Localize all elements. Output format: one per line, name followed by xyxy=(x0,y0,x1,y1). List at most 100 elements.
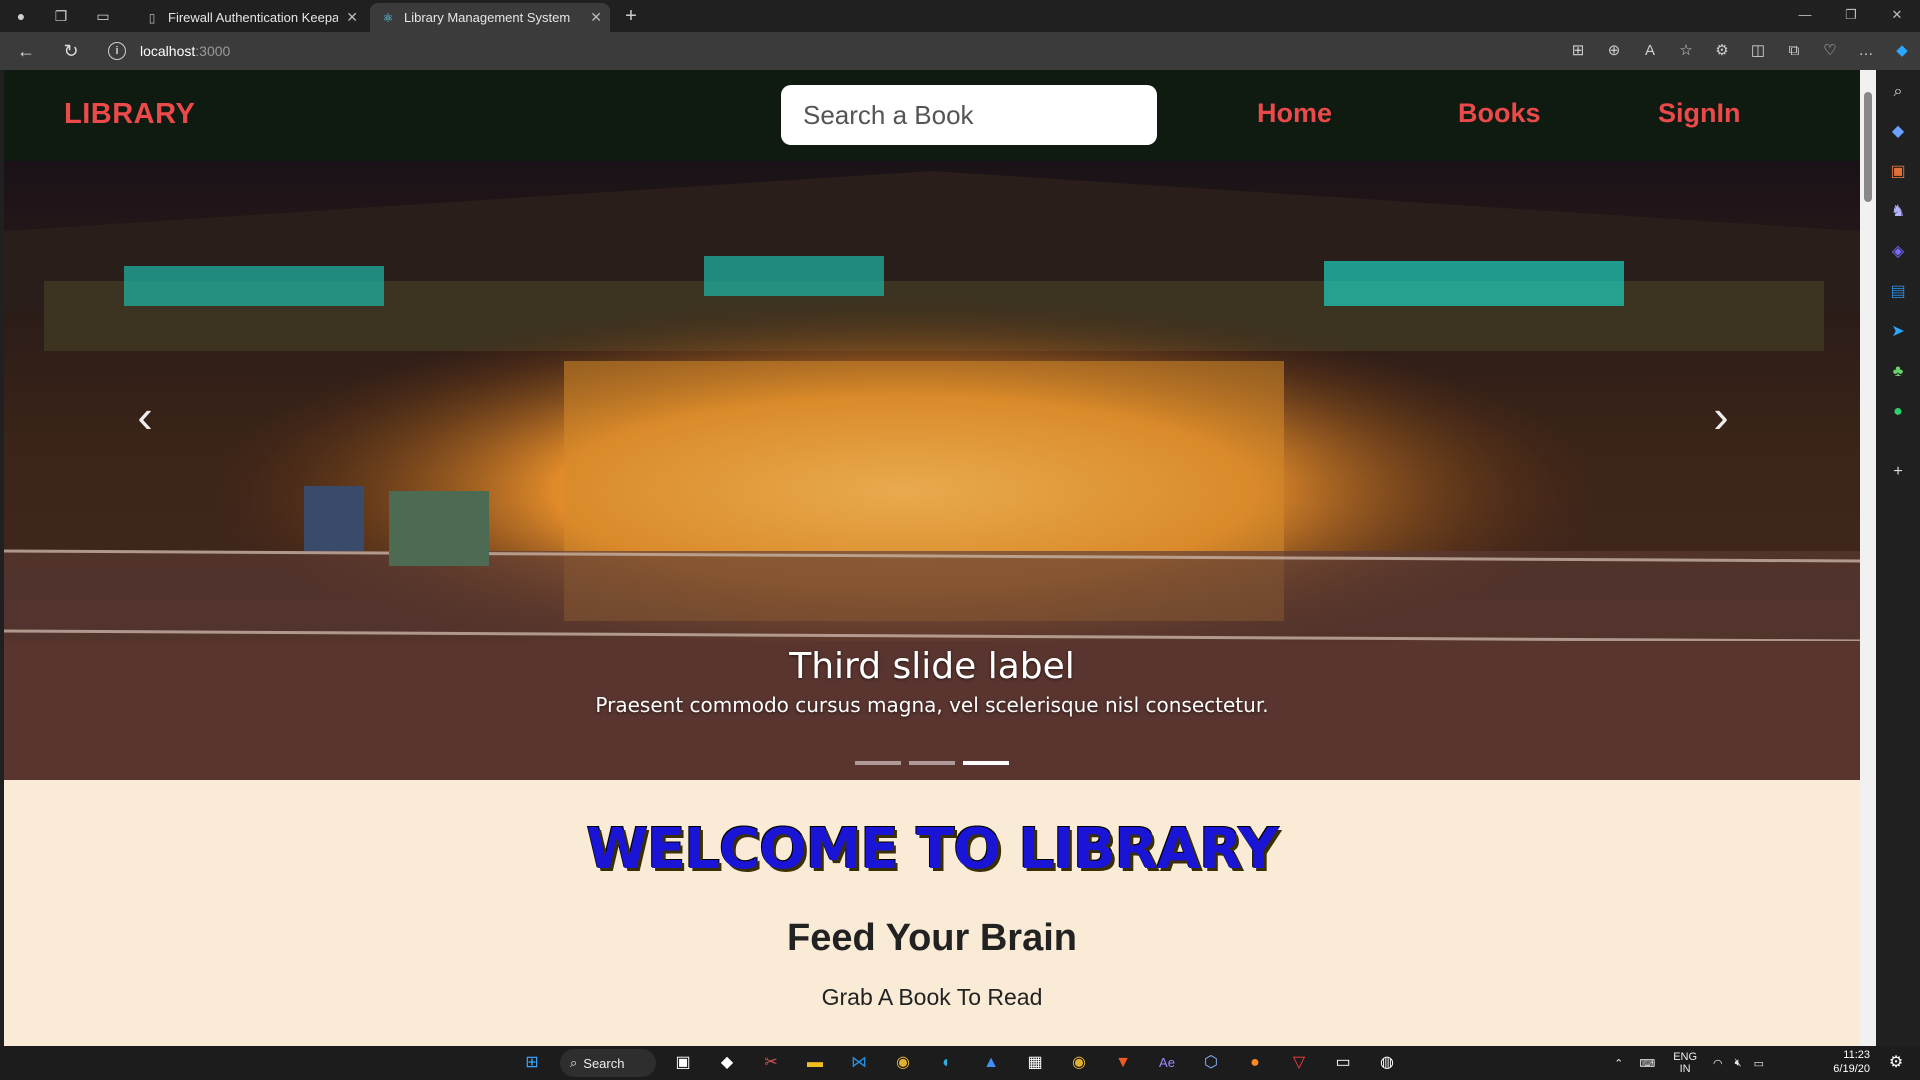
workspaces-icon[interactable]: ❐ xyxy=(52,7,70,25)
close-icon[interactable]: ✕ xyxy=(346,9,358,26)
favorite-star-icon[interactable]: ☆ xyxy=(1668,38,1704,64)
zoom-icon[interactable]: ⊕ xyxy=(1596,38,1632,64)
nav-books-link[interactable]: Books xyxy=(1458,98,1541,129)
page-icon: ▯ xyxy=(148,11,156,25)
page-viewport: LIBRARY Home Books SignIn xyxy=(4,70,1860,1046)
address-bar[interactable]: i localhost:3000 xyxy=(108,36,1528,66)
region-code: IN xyxy=(1679,1063,1691,1075)
brave-icon[interactable]: ▼ xyxy=(1111,1051,1135,1075)
vivaldi-icon[interactable]: ▽ xyxy=(1287,1051,1311,1075)
url-host: localhost xyxy=(140,43,196,59)
image-app-icon[interactable]: ▦ xyxy=(1023,1051,1047,1075)
sidebar-outlook-icon[interactable]: ▤ xyxy=(1886,280,1910,304)
settings-gear-icon[interactable]: ⚙ xyxy=(1884,1051,1908,1075)
taskbar-search-label: Search xyxy=(583,1055,625,1071)
browser-toolbar: ← ↻ i localhost:3000 ⊞ ⊕ A ☆ ⚙ ◫ ⧉ ♡ … ◆ xyxy=(0,32,1920,70)
new-tab-icon[interactable]: + xyxy=(622,5,640,27)
browser-actions: ⊞ ⊕ A ☆ ⚙ ◫ ⧉ ♡ … ◆ xyxy=(1560,38,1920,64)
app-icon[interactable]: ◆ xyxy=(715,1051,739,1075)
window-controls: — ❐ ✕ xyxy=(1782,0,1920,32)
restore-icon[interactable]: ❐ xyxy=(1828,0,1874,32)
chrome-profile-icon[interactable]: ◉ xyxy=(1067,1051,1091,1075)
after-effects-icon[interactable]: Ae xyxy=(1155,1051,1179,1075)
keyboard-icon[interactable]: ⌨ xyxy=(1639,1057,1655,1070)
sidebar-copilot-icon[interactable]: ◈ xyxy=(1886,240,1910,264)
tray-chevron-icon[interactable]: ⌃ xyxy=(1614,1057,1623,1070)
sidebar-search-icon[interactable]: ⌕ xyxy=(1886,80,1910,104)
taskbar-search[interactable]: ⌕ Search xyxy=(560,1049,656,1077)
tab-library[interactable]: ⚛ Library Management System ✕ xyxy=(370,3,610,32)
wifi-icon[interactable]: ◠ xyxy=(1713,1057,1723,1070)
carousel-indicator[interactable] xyxy=(909,761,955,765)
sidebar-add-icon[interactable]: + xyxy=(1886,460,1910,484)
edge-icon[interactable]: ◐ xyxy=(935,1051,959,1075)
sidebar-spotify-icon[interactable]: ● xyxy=(1886,400,1910,424)
sidebar-tree-icon[interactable]: ♣ xyxy=(1886,360,1910,384)
sidebar-tools-icon[interactable]: ▣ xyxy=(1886,160,1910,184)
terminal-icon[interactable]: ▭ xyxy=(1331,1051,1355,1075)
tagline-heading: Feed Your Brain xyxy=(787,917,1077,959)
extensions-icon[interactable]: ⚙ xyxy=(1704,38,1740,64)
tab-actions-icon[interactable]: ▭ xyxy=(94,7,112,25)
firefox-icon[interactable]: ● xyxy=(1243,1051,1267,1075)
browser-tab-strip: ● ❐ ▭ ▯ Firewall Authentication Keepaliv… xyxy=(0,0,1920,32)
app-drop-icon[interactable]: ◍ xyxy=(1375,1051,1399,1075)
info-icon[interactable]: i xyxy=(108,42,126,60)
close-icon[interactable]: ✕ xyxy=(590,9,602,26)
edge-sidebar: ⌕ ◆ ▣ ♞ ◈ ▤ ➤ ♣ ● + xyxy=(1876,70,1920,1046)
react-icon: ⚛ xyxy=(382,11,394,25)
carousel-indicator[interactable] xyxy=(855,761,901,765)
clock-time: 11:23 xyxy=(1843,1049,1870,1061)
task-view-icon[interactable]: ▣ xyxy=(671,1051,695,1075)
carousel-prev-icon[interactable]: ‹ xyxy=(115,386,175,446)
windows-taskbar: ⊞ ⌕ Search ▣ ◆ ✂ ▬ ⋈ ◉ ◐ ▲ ▦ ◉ ▼ Ae ⬡ ● … xyxy=(0,1046,1920,1080)
minimize-icon[interactable]: — xyxy=(1782,0,1828,32)
profile-avatar-icon[interactable]: ● xyxy=(12,7,30,25)
tab-firewall[interactable]: ▯ Firewall Authentication Keepalive ✕ xyxy=(134,3,366,32)
language-code: ENG xyxy=(1673,1051,1698,1063)
search-icon: ⌕ xyxy=(570,1055,578,1070)
language-indicator[interactable]: ENG IN xyxy=(1673,1051,1697,1075)
read-aloud-icon[interactable]: A xyxy=(1632,38,1668,64)
taskbar-clock[interactable]: 11:23 6/19/20 xyxy=(1833,1048,1870,1076)
nav-home-link[interactable]: Home xyxy=(1257,98,1332,129)
welcome-heading: WELCOME TO LIBRARY xyxy=(586,817,1278,882)
close-window-icon[interactable]: ✕ xyxy=(1874,0,1920,32)
app-available-icon[interactable]: ⊞ xyxy=(1560,38,1596,64)
browser-essentials-icon[interactable]: ♡ xyxy=(1812,38,1848,64)
sidebar-games-icon[interactable]: ♞ xyxy=(1886,200,1910,224)
battery-icon[interactable]: ▭ xyxy=(1754,1057,1764,1070)
more-menu-icon[interactable]: … xyxy=(1848,38,1884,64)
image-carousel: ‹ › Third slide label Praesent commodo c… xyxy=(4,161,1860,780)
search-input[interactable] xyxy=(781,85,1157,145)
nav-signin-link[interactable]: SignIn xyxy=(1658,98,1741,129)
carousel-caption: Third slide label Praesent commodo cursu… xyxy=(4,646,1860,717)
refresh-icon[interactable]: ↻ xyxy=(61,41,81,61)
split-screen-icon[interactable]: ◫ xyxy=(1740,38,1776,64)
vscode-icon[interactable]: ⋈ xyxy=(847,1051,871,1075)
caption-title: Third slide label xyxy=(789,646,1075,687)
file-explorer-icon[interactable]: ▬ xyxy=(803,1051,827,1075)
app-store-icon[interactable]: ▲ xyxy=(979,1051,1003,1075)
brand-logo[interactable]: LIBRARY xyxy=(64,98,195,131)
windows-start-icon[interactable]: ⊞ xyxy=(520,1051,544,1075)
virtualbox-icon[interactable]: ⬡ xyxy=(1199,1051,1223,1075)
carousel-next-icon[interactable]: › xyxy=(1691,386,1751,446)
clock-date: 6/19/20 xyxy=(1833,1063,1870,1075)
navbar: LIBRARY Home Books SignIn xyxy=(4,70,1860,161)
snipping-tool-icon[interactable]: ✂ xyxy=(759,1051,783,1075)
sidebar-send-icon[interactable]: ➤ xyxy=(1886,320,1910,344)
sidebar-tag-icon[interactable]: ◆ xyxy=(1886,120,1910,144)
collections-icon[interactable]: ⧉ xyxy=(1776,38,1812,64)
carousel-indicator-active[interactable] xyxy=(963,761,1009,765)
caption-text: Praesent commodo cursus magna, vel scele… xyxy=(595,693,1269,717)
url-port: :3000 xyxy=(195,43,231,59)
chrome-icon[interactable]: ◉ xyxy=(891,1051,915,1075)
page-scrollbar[interactable] xyxy=(1860,70,1876,1046)
scrollbar-thumb[interactable] xyxy=(1864,92,1872,202)
back-icon[interactable]: ← xyxy=(16,41,36,61)
copilot-icon[interactable]: ◆ xyxy=(1884,38,1920,64)
volume-muted-icon[interactable]: 🔇︎ xyxy=(1735,1057,1742,1070)
tab-title: Library Management System xyxy=(404,10,571,25)
tab-title: Firewall Authentication Keepalive xyxy=(168,10,338,25)
